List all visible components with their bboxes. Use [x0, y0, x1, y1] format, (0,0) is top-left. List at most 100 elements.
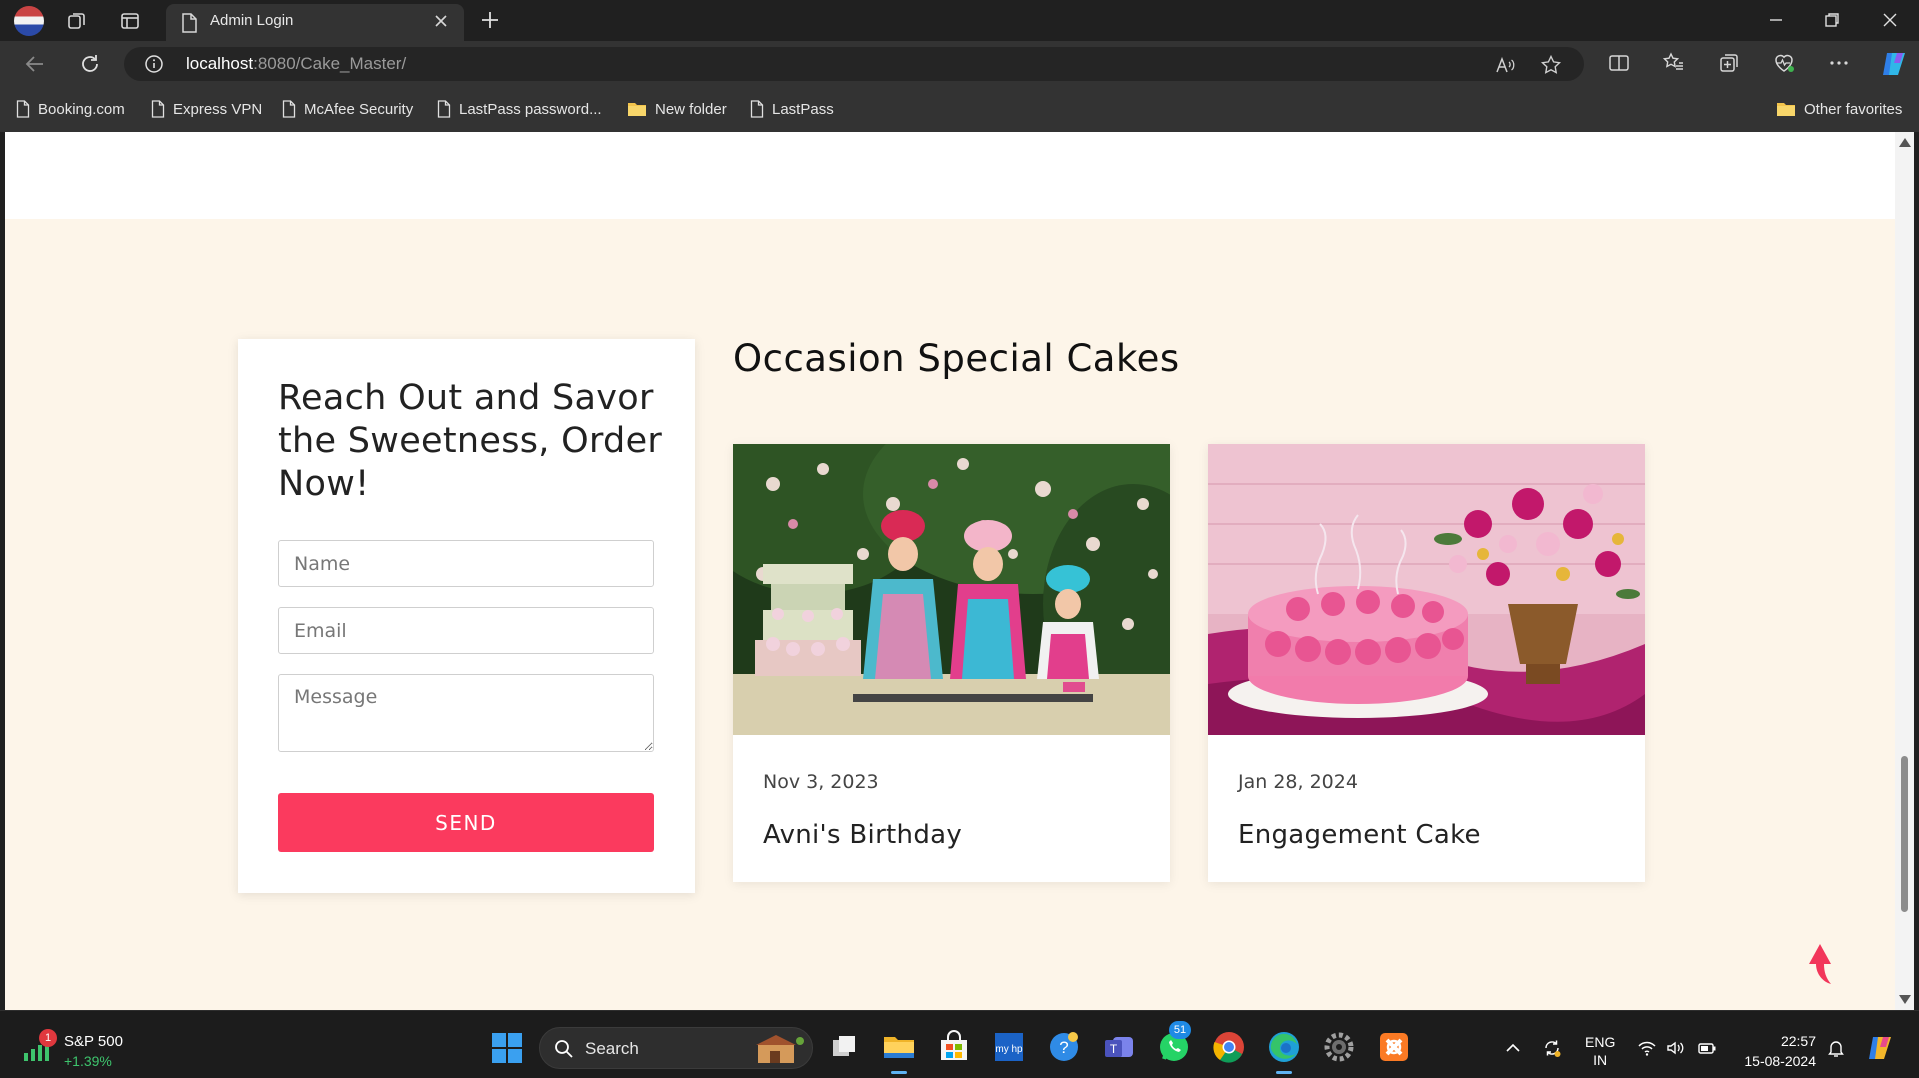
favorite-label: New folder [655, 100, 727, 118]
stock-widget[interactable]: 1 S&P 500 +1.39% [22, 1029, 142, 1069]
cake-card[interactable]: Nov 3, 2023 Avni's Birthday [733, 444, 1170, 882]
workspaces-icon[interactable] [65, 9, 89, 33]
site-info-icon[interactable] [144, 54, 164, 74]
address-toolbar: localhost:8080/Cake_Master/ [0, 41, 1919, 86]
system-clock[interactable]: 22:57 15-08-2024 [1736, 1031, 1816, 1071]
favorite-express-vpn[interactable]: Express VPN [151, 99, 262, 119]
restore-icon[interactable] [1820, 8, 1844, 32]
scrollbar-thumb[interactable] [1901, 756, 1908, 912]
favorite-label: Express VPN [173, 100, 263, 118]
cake-name[interactable]: Engagement Cake [1238, 820, 1481, 850]
svg-text:T: T [1110, 1042, 1118, 1056]
browser-tab-bar: Admin Login [0, 0, 1919, 41]
page-scrollbar[interactable] [1895, 132, 1914, 1010]
favorite-lastpass-password[interactable]: LastPass password... [437, 99, 602, 119]
favorite-star-icon[interactable] [1540, 54, 1562, 76]
url-text[interactable]: localhost:8080/Cake_Master/ [186, 54, 406, 74]
cake-date: Nov 3, 2023 [763, 771, 879, 793]
tab-title: Admin Login [210, 12, 294, 29]
settings-gear-icon[interactable] [1321, 1029, 1357, 1065]
show-hidden-icons-chevron-icon[interactable] [1503, 1038, 1523, 1058]
favorites-bar: Booking.com Express VPN McAfee Security … [0, 86, 1919, 132]
other-favorites[interactable]: Other favorites [1776, 99, 1902, 119]
get-help-icon[interactable]: ? [1046, 1029, 1082, 1065]
favorite-label: LastPass password... [459, 100, 602, 118]
battery-icon[interactable] [1697, 1038, 1717, 1058]
file-explorer-icon[interactable] [881, 1029, 917, 1074]
refresh-icon[interactable] [77, 51, 103, 77]
edge-icon[interactable] [1266, 1029, 1302, 1074]
cake-date: Jan 28, 2024 [1238, 771, 1358, 793]
page-icon [282, 100, 296, 118]
collections-icon[interactable] [1717, 51, 1741, 75]
favorite-new-folder[interactable]: New folder [627, 99, 727, 119]
favorite-label: McAfee Security [304, 100, 414, 118]
scroll-up-icon[interactable] [1899, 138, 1911, 147]
svg-text:my hp: my hp [995, 1044, 1023, 1055]
email-input[interactable] [278, 607, 654, 654]
scroll-down-icon[interactable] [1899, 995, 1911, 1004]
pink-rose-cake-photo [1208, 444, 1645, 735]
message-textarea[interactable] [278, 674, 654, 752]
send-button[interactable]: SEND [278, 793, 654, 852]
whatsapp-unread-badge: 51 [1169, 1021, 1191, 1039]
contact-form-card: Reach Out and Savor the Sweetness, Order… [238, 339, 695, 893]
favorite-label: Booking.com [38, 100, 125, 118]
favorite-mcafee[interactable]: McAfee Security [282, 99, 413, 119]
xampp-icon[interactable] [1376, 1029, 1412, 1065]
taskbar-search[interactable]: Search [539, 1027, 813, 1069]
wifi-icon[interactable] [1637, 1038, 1657, 1058]
myhp-icon[interactable]: my hp [991, 1029, 1027, 1065]
page-icon [750, 100, 764, 118]
copilot-icon[interactable] [1879, 49, 1909, 79]
favorites-icon[interactable] [1662, 51, 1686, 75]
copilot-taskbar-icon[interactable] [1865, 1033, 1895, 1063]
page-icon [151, 100, 165, 118]
clock-date: 15-08-2024 [1744, 1053, 1816, 1069]
split-screen-icon[interactable] [1607, 51, 1631, 75]
language-indicator[interactable]: ENG IN [1585, 1033, 1615, 1069]
windows-start-icon[interactable] [490, 1031, 524, 1065]
cake-name[interactable]: Avni's Birthday [763, 820, 962, 850]
address-bar[interactable]: localhost:8080/Cake_Master/ [124, 47, 1584, 81]
microsoft-store-icon[interactable] [936, 1029, 972, 1065]
folder-icon [1777, 103, 1795, 116]
cake-card[interactable]: Jan 28, 2024 Engagement Cake [1208, 444, 1645, 882]
close-window-icon[interactable] [1878, 8, 1902, 32]
page-icon [180, 13, 198, 33]
close-tab-icon[interactable] [432, 12, 450, 30]
page-viewport: Reach Out and Savor the Sweetness, Order… [5, 132, 1895, 1010]
page-icon [437, 100, 451, 118]
active-tab[interactable]: Admin Login [166, 4, 464, 41]
contact-title: Reach Out and Savor the Sweetness, Order… [278, 378, 663, 504]
kids-baking-cake-photo [733, 444, 1170, 735]
favorite-label: LastPass [772, 100, 834, 118]
search-highlight-icon [756, 1035, 804, 1063]
favorite-booking[interactable]: Booking.com [16, 99, 125, 119]
task-view-icon[interactable] [826, 1029, 862, 1065]
page-icon [16, 100, 30, 118]
volume-icon[interactable] [1665, 1038, 1685, 1058]
windows-taskbar: 1 S&P 500 +1.39% Search my hp ? T ENG IN… [0, 1010, 1919, 1078]
read-aloud-icon[interactable] [1494, 54, 1516, 76]
region-code: IN [1593, 1052, 1608, 1068]
more-options-icon[interactable] [1827, 51, 1851, 75]
chrome-icon[interactable] [1211, 1029, 1247, 1065]
notifications-icon[interactable] [1826, 1038, 1846, 1058]
favorite-lastpass[interactable]: LastPass [750, 99, 834, 119]
new-tab-icon[interactable] [478, 8, 502, 32]
language-code: ENG [1585, 1034, 1616, 1050]
teams-icon[interactable]: T [1101, 1029, 1137, 1065]
name-input[interactable] [278, 540, 654, 587]
folder-icon [628, 103, 646, 116]
stock-change: +1.39% [64, 1053, 112, 1069]
sync-icon[interactable] [1542, 1038, 1562, 1058]
svg-text:?: ? [1059, 1038, 1068, 1057]
profile-avatar[interactable] [14, 6, 44, 36]
search-label: Search [585, 1039, 639, 1058]
browser-essentials-icon[interactable] [1772, 51, 1796, 75]
vertical-tabs-icon[interactable] [118, 9, 142, 33]
scroll-to-top-arrow-icon[interactable] [1807, 942, 1833, 986]
minimize-icon[interactable] [1764, 8, 1788, 32]
back-icon[interactable] [22, 51, 48, 77]
